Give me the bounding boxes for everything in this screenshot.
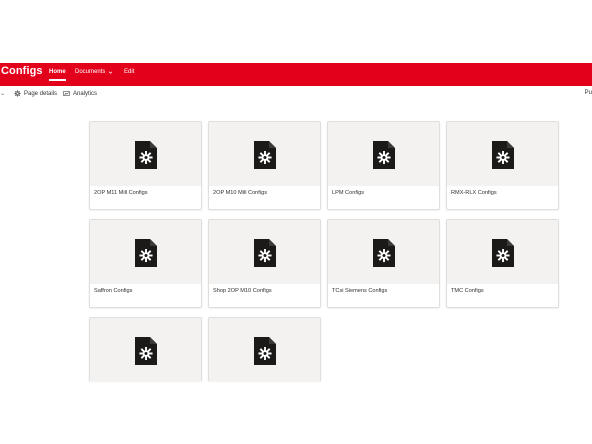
tile-saffron-configs[interactable]: Saffron Configs [89,219,202,308]
analytics-button[interactable]: Analytics [63,90,97,97]
page-details-button[interactable]: Page details [14,90,57,97]
tile-thumbnail [328,122,439,186]
nav-edit-label: Edit [124,69,135,75]
config-file-icon [491,141,514,169]
tile-label: Shop 2OP M10 Configs [213,288,272,294]
site-header: Configs Home Documents Edit [0,63,592,86]
nav-documents-label: Documents [75,69,106,75]
site-title[interactable]: Configs [1,65,43,77]
nav-documents[interactable]: Documents [75,69,113,75]
config-file-icon [253,141,276,169]
tile-config-10[interactable] [208,317,321,381]
tile-lpm-configs[interactable]: LPM Configs [327,121,440,210]
tile-label: RMX-RLX Configs [451,190,497,196]
tile-label: Saffron Configs [94,288,133,294]
config-file-icon [134,141,157,169]
tile-label: TCsi Siemens Configs [332,288,388,294]
tile-thumbnail [209,318,320,381]
tile-thumbnail [209,220,320,284]
config-file-icon [491,239,514,267]
nav-home-label: Home [49,69,66,75]
analytics-label: Analytics [73,90,98,97]
tile-label: 2OP M11 Mill Configs [94,190,148,196]
tile-thumbnail [90,318,201,381]
chevron-down-icon [109,71,113,74]
config-file-icon [253,239,276,267]
config-file-icon [134,239,157,267]
config-file-icon [372,141,395,169]
nav-home[interactable]: Home [49,69,66,81]
tile-thumbnail [209,122,320,186]
config-file-icon [134,337,157,365]
tile-2op-m11-mill-configs[interactable]: 2OP M11 Mill Configs [89,121,202,210]
tile-label: LPM Configs [332,190,365,196]
command-bar: ⌄ Page details Analytics Pu [0,88,592,102]
tile-rmx-rlx-configs[interactable]: RMX-RLX Configs [446,121,559,210]
tile-thumbnail [328,220,439,284]
nav-edit[interactable]: Edit [124,69,134,75]
publish-button[interactable]: Pu [585,90,592,96]
tile-config-9[interactable] [89,317,202,381]
config-file-icon [372,239,395,267]
tile-tmc-configs[interactable]: TMC Configs [446,219,559,308]
tile-thumbnail [90,122,201,186]
tile-tcsi-siemens-configs[interactable]: TCsi Siemens Configs [327,219,440,308]
analytics-icon [63,91,70,96]
tile-thumbnail [90,220,201,284]
tile-label: TMC Configs [451,288,484,294]
tile-thumbnail [447,122,558,186]
config-file-icon [253,337,276,365]
page-details-label: Page details [24,90,58,97]
tile-shop-2op-m10-configs[interactable]: Shop 2OP M10 Configs [208,219,321,308]
tile-label: 2OP M10 Mill Configs [213,190,267,196]
chevron-down-icon[interactable]: ⌄ [0,90,5,97]
tile-2op-m10-mill-configs[interactable]: 2OP M10 Mill Configs [208,121,321,210]
tile-thumbnail [447,220,558,284]
gear-icon [14,90,21,97]
